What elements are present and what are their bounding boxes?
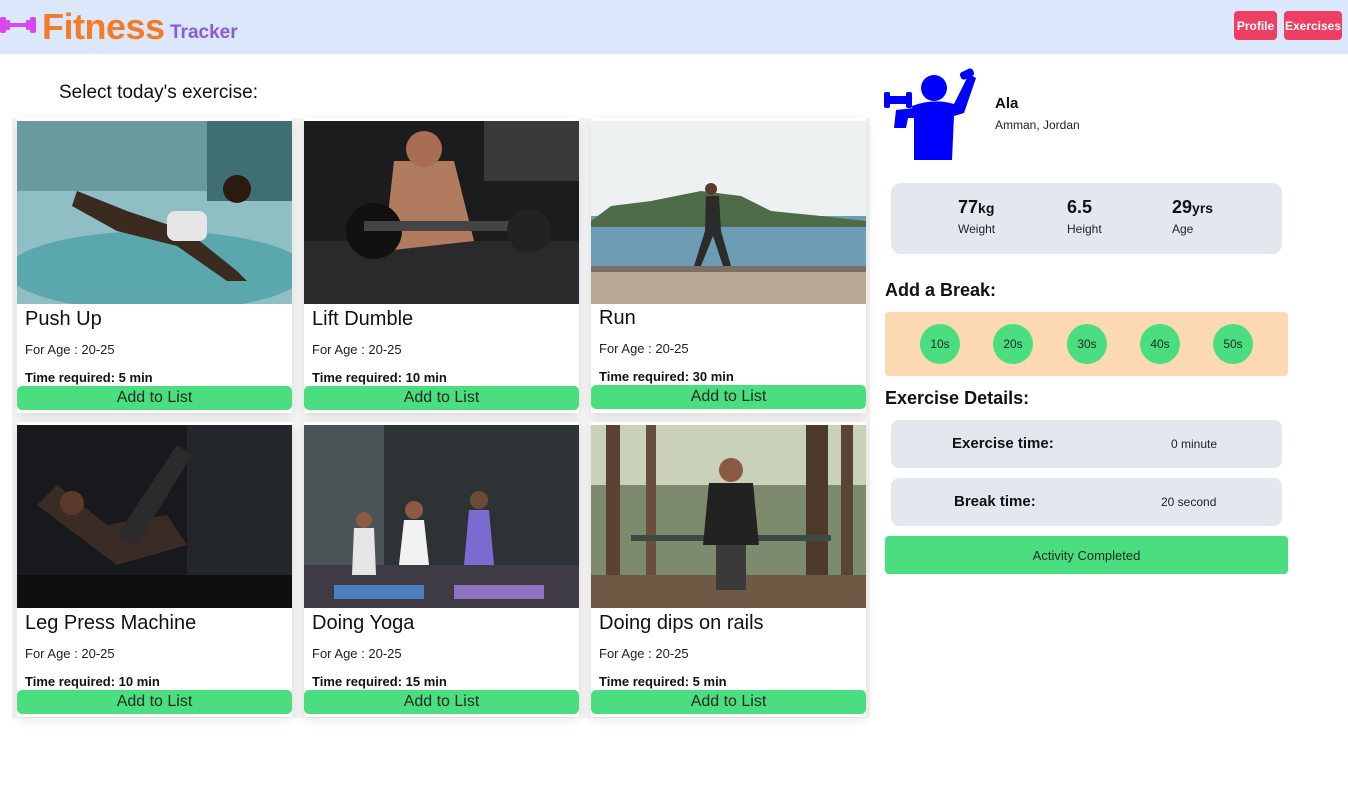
stats-panel: 77kg Weight 6.5 Height 29yrs Age: [891, 183, 1282, 254]
profile-name: Ala: [995, 95, 1019, 112]
activity-completed-button[interactable]: Activity Completed: [885, 536, 1288, 574]
exercise-card: Push Up For Age : 20-25 Time required: 5…: [17, 118, 292, 413]
exercise-age: For Age : 20-25: [599, 341, 689, 356]
add-to-list-button[interactable]: Add to List: [17, 690, 292, 714]
details-section-title: Exercise Details:: [885, 388, 1030, 408]
exercise-name: Run: [599, 307, 636, 329]
height-value: 6.5: [1067, 197, 1093, 217]
exercise-card: Lift Dumble For Age : 20-25 Time require…: [304, 118, 579, 413]
age-stat: 29yrs Age: [1172, 197, 1213, 236]
dips-rails-photo: [591, 425, 866, 608]
add-to-list-button[interactable]: Add to List: [591, 690, 866, 714]
break-section-title: Add a Break:: [885, 280, 997, 300]
profile-button[interactable]: Profile: [1234, 11, 1277, 40]
exercise-card: Run For Age : 20-25 Time required: 30 mi…: [591, 118, 866, 413]
exercise-time-row: Exercise time: 0 minute: [891, 420, 1282, 468]
exercise-name: Leg Press Machine: [25, 612, 197, 634]
weight-label: Weight: [958, 222, 996, 236]
page-title: Select today's exercise:: [59, 82, 258, 103]
seaside-run-photo: [591, 121, 866, 304]
exercises-button[interactable]: Exercises: [1284, 11, 1342, 40]
exercise-time: Time required: 10 min: [312, 370, 447, 385]
add-to-list-button[interactable]: Add to List: [304, 386, 579, 410]
exercise-time: Time required: 5 min: [599, 674, 727, 689]
exercise-name: Lift Dumble: [312, 308, 414, 330]
break-40s-button[interactable]: 40s: [1140, 324, 1180, 364]
exercise-age: For Age : 20-25: [599, 646, 689, 661]
break-options: 10s 20s 30s 40s 50s: [885, 312, 1288, 376]
exercise-time: Time required: 15 min: [312, 674, 447, 689]
add-to-list-button[interactable]: Add to List: [591, 385, 866, 409]
yoga-class-photo: [304, 425, 579, 608]
exercise-name: Doing dips on rails: [599, 612, 764, 634]
break-time-row: Break time: 20 second: [891, 478, 1282, 526]
exercise-time-label: Exercise time:: [952, 435, 1054, 452]
age-value: 29: [1172, 197, 1193, 217]
top-header: Fitness Tracker Profile Exercises: [0, 0, 1348, 54]
height-stat: 6.5 Height: [1067, 197, 1102, 236]
brand-subtitle: Tracker: [170, 22, 238, 43]
person-lifting-avatar-icon: [884, 68, 976, 160]
dumbbell-curl-photo: [304, 121, 579, 304]
exercise-time: Time required: 5 min: [25, 370, 153, 385]
exercise-name: Doing Yoga: [312, 612, 415, 634]
push-up-photo: [17, 121, 292, 304]
profile-location: Amman, Jordan: [995, 118, 1080, 132]
exercise-time: Time required: 30 min: [599, 369, 734, 384]
exercise-time-value: 0 minute: [1171, 437, 1218, 451]
weight-unit: kg: [978, 200, 995, 216]
exercise-age: For Age : 20-25: [25, 646, 115, 661]
exercise-grid: Push Up For Age : 20-25 Time required: 5…: [12, 118, 870, 718]
break-20s-button[interactable]: 20s: [993, 324, 1033, 364]
height-label: Height: [1067, 222, 1102, 236]
exercise-time: Time required: 10 min: [25, 674, 160, 689]
age-unit: yrs: [1192, 200, 1214, 216]
exercise-age: For Age : 20-25: [25, 342, 115, 357]
exercise-card: Doing dips on rails For Age : 20-25 Time…: [591, 422, 866, 717]
exercise-card: Doing Yoga For Age : 20-25 Time required…: [304, 422, 579, 717]
add-to-list-button[interactable]: Add to List: [17, 386, 292, 410]
exercise-card: Leg Press Machine For Age : 20-25 Time r…: [17, 422, 292, 717]
dumbbell-logo-icon: [0, 17, 36, 33]
break-time-value: 20 second: [1161, 495, 1217, 509]
add-to-list-button[interactable]: Add to List: [304, 690, 579, 714]
break-30s-button[interactable]: 30s: [1067, 324, 1107, 364]
brand-title: Fitness: [42, 6, 165, 47]
break-time-label: Break time:: [954, 493, 1036, 510]
age-label: Age: [1172, 222, 1194, 236]
exercise-age: For Age : 20-25: [312, 342, 402, 357]
break-10s-button[interactable]: 10s: [920, 324, 960, 364]
exercise-age: For Age : 20-25: [312, 646, 402, 661]
exercise-name: Push Up: [25, 308, 102, 330]
weight-stat: 77kg Weight: [958, 197, 995, 236]
weight-value: 77: [958, 197, 979, 217]
leg-press-photo: [17, 425, 292, 608]
break-50s-button[interactable]: 50s: [1213, 324, 1253, 364]
